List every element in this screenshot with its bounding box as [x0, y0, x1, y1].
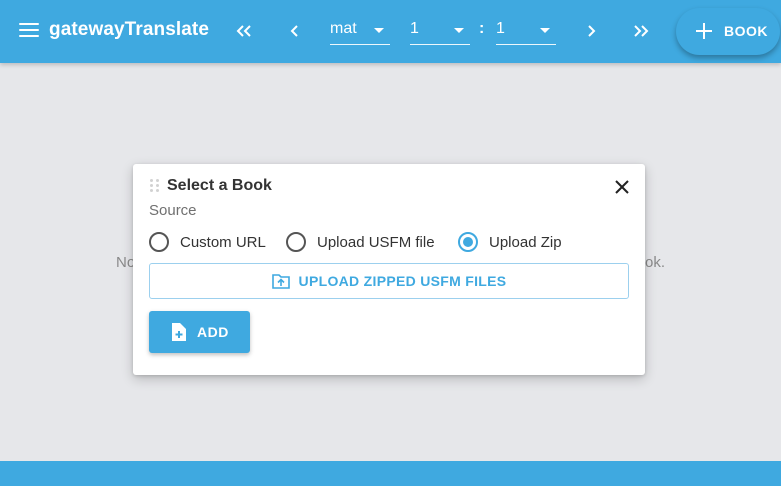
- empty-state-text-right: ok.: [645, 254, 666, 271]
- double-chevron-left-icon: [236, 25, 251, 37]
- chapter-select-value: 1: [410, 20, 419, 37]
- radio-upload-zip[interactable]: Upload Zip: [458, 231, 562, 253]
- previous-chapter-button[interactable]: [282, 18, 308, 44]
- next-chapter-button[interactable]: [578, 18, 604, 44]
- drag-handle-icon[interactable]: [150, 179, 160, 193]
- radio-circle[interactable]: [286, 232, 306, 252]
- chapter-verse-separator: :: [479, 20, 485, 37]
- verse-select-value: 1: [496, 20, 505, 37]
- app-title: gatewayTranslate: [49, 19, 210, 40]
- chapter-select[interactable]: 1: [410, 18, 470, 45]
- first-chapter-button[interactable]: [231, 18, 257, 44]
- menu-icon[interactable]: [19, 23, 39, 39]
- book-select-value: mat: [330, 20, 357, 37]
- chevron-down-icon: [540, 28, 550, 33]
- close-icon[interactable]: [613, 178, 631, 196]
- radio-label: Custom URL: [180, 233, 266, 251]
- book-select[interactable]: mat: [330, 18, 390, 45]
- folder-upload-icon: [271, 274, 290, 289]
- add-button[interactable]: ADD: [149, 311, 250, 353]
- add-book-button[interactable]: BOOK: [676, 8, 780, 55]
- select-book-dialog: Select a Book Source Custom URL Upload U…: [133, 164, 645, 375]
- add-label: ADD: [197, 324, 229, 340]
- radio-upload-usfm-file[interactable]: Upload USFM file: [286, 231, 435, 253]
- radio-custom-url[interactable]: Custom URL: [149, 231, 266, 253]
- footer-bar: [0, 461, 781, 486]
- plus-icon: [696, 23, 712, 39]
- verse-select[interactable]: 1: [496, 18, 556, 45]
- chevron-down-icon: [454, 28, 464, 33]
- radio-circle[interactable]: [149, 232, 169, 252]
- chevron-down-icon: [374, 28, 384, 33]
- source-label: Source: [149, 202, 197, 219]
- file-add-icon: [172, 323, 186, 341]
- radio-circle[interactable]: [458, 232, 478, 252]
- double-chevron-right-icon: [634, 25, 649, 37]
- upload-zipped-usfm-button[interactable]: UPLOAD ZIPPED USFM FILES: [149, 263, 629, 299]
- radio-label: Upload USFM file: [317, 233, 435, 251]
- app-bar: gatewayTranslate mat 1 : 1 BOOK: [0, 0, 781, 63]
- add-book-label: BOOK: [724, 23, 768, 39]
- chevron-left-icon: [290, 25, 298, 37]
- last-chapter-button[interactable]: [628, 18, 654, 44]
- chevron-right-icon: [588, 25, 596, 37]
- upload-label: UPLOAD ZIPPED USFM FILES: [298, 273, 507, 289]
- dialog-title: Select a Book: [167, 177, 272, 194]
- radio-label: Upload Zip: [489, 233, 562, 251]
